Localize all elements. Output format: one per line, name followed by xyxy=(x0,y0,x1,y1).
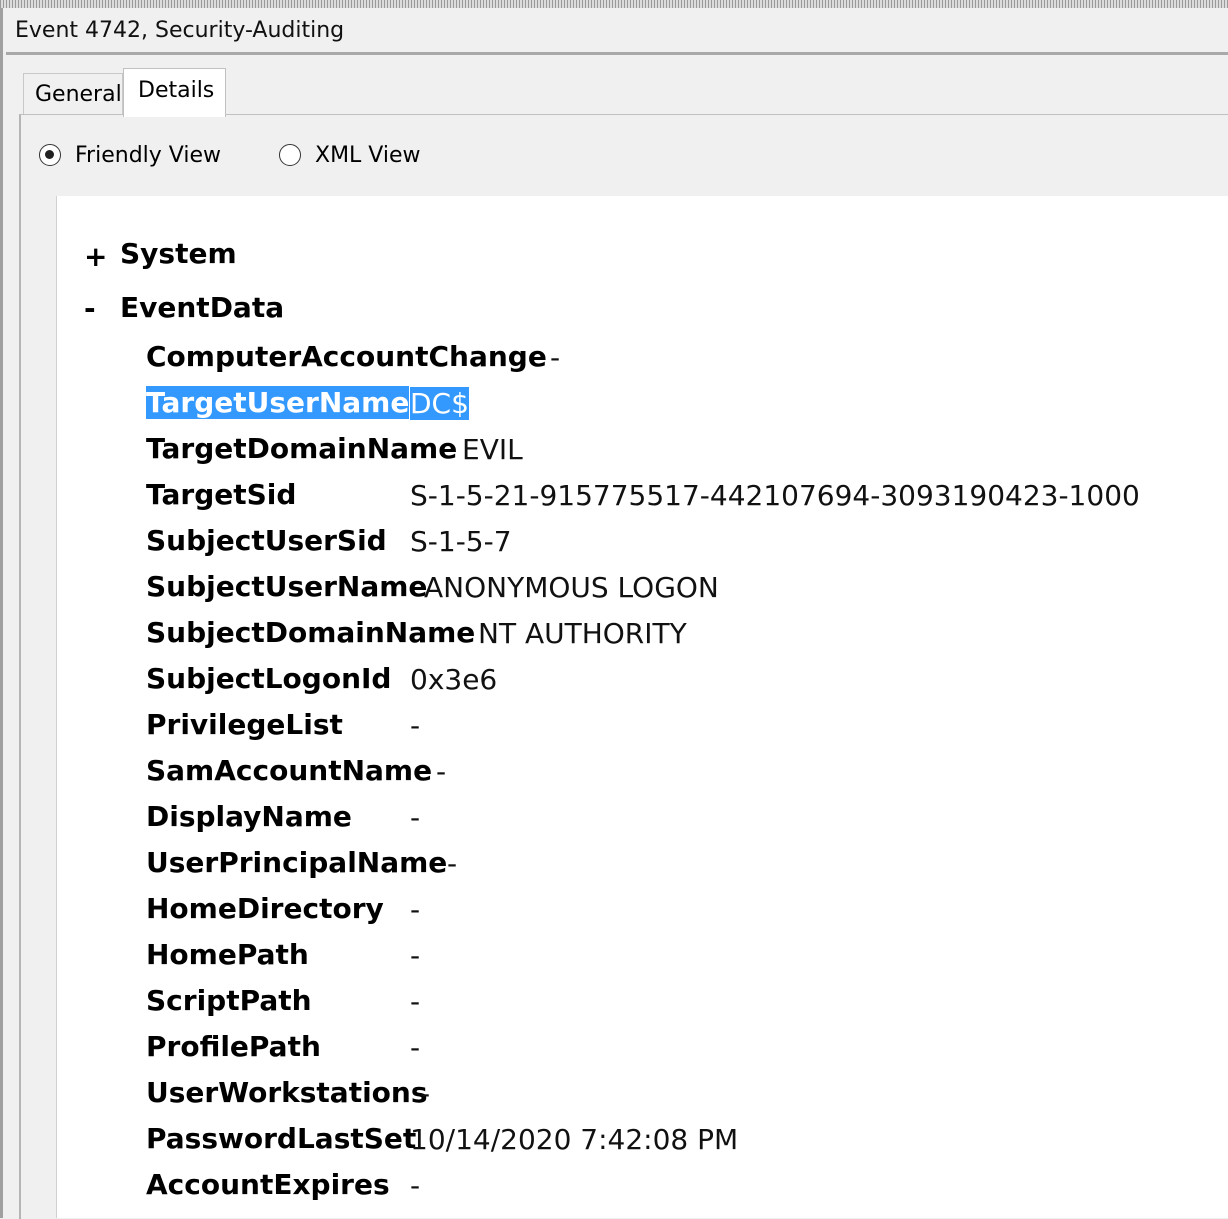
field-key[interactable]: HomeDirectory xyxy=(146,892,384,925)
window-top-border xyxy=(0,0,1228,8)
field-value[interactable]: ANONYMOUS LOGON xyxy=(424,571,719,604)
field-value[interactable]: - xyxy=(420,1077,430,1110)
field-key[interactable]: ProfilePath xyxy=(146,1030,321,1063)
field-key[interactable]: PasswordLastSet xyxy=(146,1122,416,1155)
window-left-border xyxy=(0,52,3,1218)
field-value[interactable]: 0x3e6 xyxy=(410,663,497,696)
field-key[interactable]: SubjectDomainName xyxy=(146,616,475,649)
field-key[interactable]: TargetUserName xyxy=(146,386,410,419)
field-value[interactable]: NT AUTHORITY xyxy=(478,617,687,650)
field-key[interactable]: ComputerAccountChange xyxy=(146,340,547,373)
field-key[interactable]: SubjectUserSid xyxy=(146,524,387,557)
field-value[interactable]: - xyxy=(410,801,420,834)
eventdata-node-label[interactable]: EventData xyxy=(120,291,284,324)
xml-view-radio[interactable]: XML View xyxy=(279,140,421,170)
tab-details[interactable]: Details xyxy=(123,68,226,117)
xml-view-label: XML View xyxy=(315,142,421,168)
field-key[interactable]: ScriptPath xyxy=(146,984,312,1017)
tab-general[interactable]: General xyxy=(23,73,123,114)
field-value[interactable]: - xyxy=(410,1169,420,1202)
field-value[interactable]: - xyxy=(436,755,446,788)
field-key[interactable]: SubjectUserName xyxy=(146,570,427,603)
field-value[interactable]: - xyxy=(410,939,420,972)
system-node-label[interactable]: System xyxy=(120,237,237,270)
field-key[interactable]: SamAccountName xyxy=(146,754,432,787)
field-key[interactable]: DisplayName xyxy=(146,800,352,833)
field-value[interactable]: - xyxy=(410,1031,420,1064)
field-key[interactable]: PrivilegeList xyxy=(146,708,343,741)
field-key[interactable]: UserPrincipalName xyxy=(146,846,447,879)
field-value[interactable]: S-1-5-7 xyxy=(410,525,512,558)
title-divider xyxy=(6,52,1228,55)
system-expand-toggle[interactable]: + xyxy=(84,240,107,273)
friendly-view-label: Friendly View xyxy=(75,142,221,168)
radio-selected-icon[interactable] xyxy=(39,144,61,166)
tab-details-label: Details xyxy=(138,78,215,103)
field-key[interactable]: HomePath xyxy=(146,938,309,971)
field-value[interactable]: DC$ xyxy=(410,387,469,420)
field-key[interactable]: AccountExpires xyxy=(146,1168,390,1201)
field-key[interactable]: SubjectLogonId xyxy=(146,662,391,695)
field-value[interactable]: - xyxy=(410,709,420,742)
field-key[interactable]: TargetDomainName xyxy=(146,432,457,465)
field-value[interactable]: EVIL xyxy=(462,433,523,466)
field-value[interactable]: - xyxy=(410,985,420,1018)
window-title: Event 4742, Security-Auditing xyxy=(15,18,345,43)
field-value[interactable]: - xyxy=(410,893,420,926)
radio-unselected-icon[interactable] xyxy=(279,144,301,166)
field-key[interactable]: TargetSid xyxy=(146,478,296,511)
tab-general-label: General xyxy=(35,82,122,107)
field-value[interactable]: - xyxy=(447,847,457,880)
eventdata-collapse-toggle[interactable]: - xyxy=(84,292,96,325)
field-value[interactable]: 10/14/2020 7:42:08 PM xyxy=(410,1123,738,1156)
field-value[interactable]: S-1-5-21-915775517-442107694-3093190423-… xyxy=(410,479,1140,512)
friendly-view-radio[interactable]: Friendly View xyxy=(39,140,221,170)
title-bar: Event 4742, Security-Auditing xyxy=(0,8,1228,52)
field-key[interactable]: UserWorkstations xyxy=(146,1076,428,1109)
field-value[interactable]: - xyxy=(550,341,560,374)
